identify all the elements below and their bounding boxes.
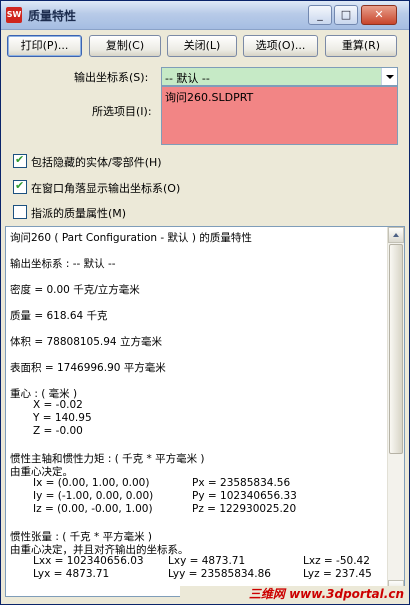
- print-button[interactable]: 打印(P)...: [7, 35, 82, 57]
- include-hidden-label: 包括隐藏的实体/零部件(H): [31, 156, 162, 169]
- lxy-line: Lxy = 4873.71: [168, 555, 246, 567]
- close-button[interactable]: 关闭(L): [167, 35, 237, 57]
- scroll-thumb[interactable]: [389, 244, 403, 454]
- show-output-cs-label: 在窗口角落显示输出坐标系(O): [31, 182, 181, 195]
- output-cs-value: -- 默认 --: [165, 72, 210, 85]
- com-z-line: Z = -0.00: [33, 425, 83, 437]
- window-title: 质量特性: [28, 9, 77, 23]
- lxx-line: Lxx = 102340656.03: [33, 555, 144, 567]
- minimize-button[interactable]: _: [308, 5, 332, 25]
- com-x-line: X = -0.02: [33, 399, 83, 411]
- results-text-area[interactable]: 询问260 ( Part Configuration - 默认 ) 的质量特性 …: [5, 226, 405, 597]
- iy-line: Iy = (-1.00, 0.00, 0.00): [33, 490, 154, 502]
- lxz-line: Lxz = -50.42: [303, 555, 370, 567]
- vertical-scrollbar[interactable]: [387, 227, 404, 596]
- lyy-line: Lyy = 23585834.86: [168, 568, 271, 580]
- show-output-cs-checkbox[interactable]: [13, 179, 27, 194]
- recalculate-button[interactable]: 重算(R): [325, 35, 397, 57]
- title-bar[interactable]: SW 质量特性 _ □ ✕: [1, 1, 409, 30]
- options-button[interactable]: 选项(O)...: [243, 35, 318, 57]
- close-window-button[interactable]: ✕: [361, 5, 397, 25]
- lyx-line: Lyx = 4873.71: [33, 568, 110, 580]
- chevron-down-icon[interactable]: [381, 68, 397, 85]
- px-line: Px = 23585834.56: [192, 477, 291, 489]
- ix-line: Ix = (0.00, 1.00, 0.00): [33, 477, 150, 489]
- output-cs-line: 输出坐标系 : -- 默认 --: [10, 258, 116, 270]
- include-hidden-checkbox[interactable]: [13, 153, 27, 168]
- selected-items-label: 所选项目(I):: [92, 105, 152, 118]
- output-cs-select[interactable]: -- 默认 --: [161, 67, 398, 86]
- mass-line: 质量 = 618.64 千克: [10, 310, 108, 322]
- lyz-line: Lyz = 237.45: [303, 568, 372, 580]
- mass-properties-window: SW 质量特性 _ □ ✕ 打印(P)... 复制(C) 关闭(L) 选项(O)…: [0, 0, 410, 605]
- assigned-mass-label: 指派的质量属性(M): [31, 207, 127, 220]
- results-heading: 询问260 ( Part Configuration - 默认 ) 的质量特性: [10, 232, 252, 244]
- solidworks-app-icon: SW: [6, 7, 22, 23]
- volume-line: 体积 = 78808105.94 立方毫米: [10, 336, 162, 348]
- iz-line: Iz = (0.00, -0.00, 1.00): [33, 503, 153, 515]
- density-line: 密度 = 0.00 千克/立方毫米: [10, 284, 140, 296]
- assigned-mass-checkbox[interactable]: [13, 205, 27, 219]
- com-y-line: Y = 140.95: [33, 412, 92, 424]
- output-cs-label: 输出坐标系(S):: [74, 71, 149, 84]
- pz-line: Pz = 122930025.20: [192, 503, 297, 515]
- list-item[interactable]: 询问260.SLDPRT: [165, 89, 253, 105]
- restore-button[interactable]: □: [334, 5, 358, 25]
- surface-area-line: 表面积 = 1746996.90 平方毫米: [10, 362, 166, 374]
- py-line: Py = 102340656.33: [192, 490, 297, 502]
- selected-items-list[interactable]: 询问260.SLDPRT: [161, 86, 398, 145]
- site-watermark: 三维网 www.3dportal.cn: [180, 586, 408, 603]
- scroll-up-icon[interactable]: [388, 227, 404, 243]
- copy-button[interactable]: 复制(C): [89, 35, 161, 57]
